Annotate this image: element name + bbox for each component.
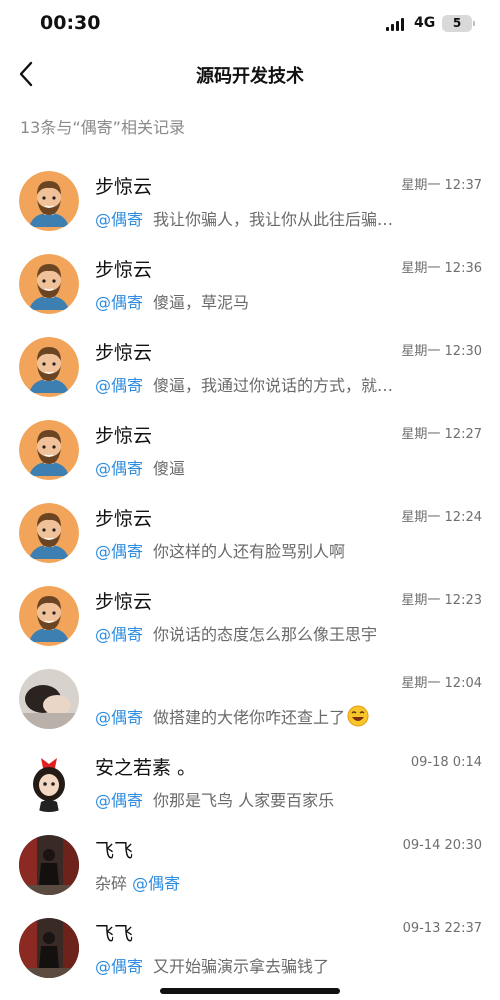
sender-name: 步惊云 — [95, 259, 153, 281]
message-preview: @偶寄 傻逼，我通过你说话的方式，就… — [95, 372, 480, 396]
page-title: 源码开发技术 — [196, 66, 304, 87]
dark-photo-avatar[interactable] — [19, 918, 79, 978]
mention-link[interactable]: @偶寄 — [95, 791, 143, 810]
result-row[interactable]: 星期一 12:04 @偶寄 做搭建的大佬你咋还查上了 — [0, 656, 500, 739]
man-beard-avatar[interactable] — [19, 171, 79, 231]
message-preview: @偶寄 做搭建的大佬你咋还查上了 — [95, 704, 480, 728]
mention-link[interactable]: @偶寄 — [95, 459, 143, 478]
sender-name: 飞飞 — [95, 840, 134, 862]
mention-link[interactable]: @偶寄 — [132, 874, 180, 893]
message-time: 09-14 20:30 — [402, 838, 482, 853]
message-preview: @偶寄 你那是飞鸟 人家要百家乐 — [95, 787, 480, 811]
mention-link[interactable]: @偶寄 — [95, 542, 143, 561]
man-beard-avatar[interactable] — [19, 254, 79, 314]
status-bar: 00:30 4G 5 — [0, 0, 500, 48]
message-preview: @偶寄 傻逼 — [95, 455, 480, 479]
message-time: 星期一 12:24 — [401, 510, 482, 525]
mention-link[interactable]: @偶寄 — [95, 376, 143, 395]
nav-bar: 源码开发技术 — [0, 52, 500, 96]
network-type: 4G — [414, 15, 436, 31]
home-indicator[interactable] — [160, 988, 340, 994]
message-preview: @偶寄 我让你骗人，我让你从此往后骗… — [95, 206, 480, 230]
sender-name: 步惊云 — [95, 342, 153, 364]
result-row[interactable]: 步惊云 星期一 12:37 @偶寄 我让你骗人，我让你从此往后骗… — [0, 158, 500, 241]
message-text: 又开始骗演示拿去骗钱了 — [153, 957, 330, 976]
mention-link[interactable]: @偶寄 — [95, 210, 143, 229]
signal-icon — [386, 17, 408, 31]
man-beard-avatar[interactable] — [19, 420, 79, 480]
message-time: 星期一 12:30 — [401, 344, 482, 359]
sender-name: 飞飞 — [95, 923, 134, 945]
mention-link[interactable]: @偶寄 — [95, 293, 143, 312]
message-time: 星期一 12:23 — [401, 593, 482, 608]
message-time: 09-13 22:37 — [402, 921, 482, 936]
message-text: 傻逼 — [153, 459, 186, 478]
dark-photo-avatar[interactable] — [19, 835, 79, 895]
message-time: 星期一 12:27 — [401, 427, 482, 442]
message-preview: @偶寄 傻逼，草泥马 — [95, 289, 480, 313]
sender-name: 步惊云 — [95, 425, 153, 447]
result-row[interactable]: 飞飞 09-13 22:37 @偶寄 又开始骗演示拿去骗钱了 — [0, 905, 500, 988]
message-time: 星期一 12:37 — [401, 178, 482, 193]
sender-name: 安之若素 。 — [95, 757, 197, 779]
result-count: 13条与“偶寄”相关记录 — [20, 118, 185, 137]
result-row[interactable]: 步惊云 星期一 12:36 @偶寄 傻逼，草泥马 — [0, 241, 500, 324]
message-text: 你这样的人还有脸骂别人啊 — [153, 542, 346, 561]
message-text: 做搭建的大佬你咋还查上了 — [153, 708, 346, 727]
message-time: 09-18 0:14 — [410, 755, 482, 770]
result-row[interactable]: 步惊云 星期一 12:30 @偶寄 傻逼，我通过你说话的方式，就… — [0, 324, 500, 407]
message-time: 星期一 12:04 — [401, 676, 482, 691]
result-row[interactable]: 步惊云 星期一 12:23 @偶寄 你说话的态度怎么那么像王思宇 — [0, 573, 500, 656]
message-prefix: 杂碎 — [95, 874, 133, 893]
message-text: 你说话的态度怎么那么像王思宇 — [153, 625, 378, 644]
message-preview: @偶寄 又开始骗演示拿去骗钱了 — [95, 953, 480, 977]
sender-name: 步惊云 — [95, 508, 153, 530]
man-beard-avatar[interactable] — [19, 503, 79, 563]
message-text: 傻逼，草泥马 — [153, 293, 250, 312]
man-beard-avatar[interactable] — [19, 337, 79, 397]
message-time: 星期一 12:36 — [401, 261, 482, 276]
message-preview: 杂碎 @偶寄 — [95, 870, 480, 894]
status-time: 00:30 — [40, 12, 101, 34]
result-row[interactable]: 步惊云 星期一 12:24 @偶寄 你这样的人还有脸骂别人啊 — [0, 490, 500, 573]
cartoon-girl-avatar[interactable] — [19, 752, 79, 812]
mention-link[interactable]: @偶寄 — [95, 708, 143, 727]
result-row[interactable]: 安之若素 。 09-18 0:14 @偶寄 你那是飞鸟 人家要百家乐 — [0, 739, 500, 822]
laughing-emoji — [347, 705, 369, 727]
photo-avatar[interactable] — [19, 669, 79, 729]
mention-link[interactable]: @偶寄 — [95, 625, 143, 644]
sender-name: 步惊云 — [95, 176, 153, 198]
message-text: 傻逼，我通过你说话的方式，就… — [153, 376, 394, 395]
message-text: 我让你骗人，我让你从此往后骗… — [153, 210, 394, 229]
result-row[interactable]: 步惊云 星期一 12:27 @偶寄 傻逼 — [0, 407, 500, 490]
message-preview: @偶寄 你这样的人还有脸骂别人啊 — [95, 538, 480, 562]
man-beard-avatar[interactable] — [19, 586, 79, 646]
battery-icon: 5 — [442, 15, 475, 32]
result-row[interactable]: 飞飞 09-14 20:30 杂碎 @偶寄 — [0, 822, 500, 905]
sender-name: 步惊云 — [95, 591, 153, 613]
message-preview: @偶寄 你说话的态度怎么那么像王思宇 — [95, 621, 480, 645]
message-text: 你那是飞鸟 人家要百家乐 — [153, 791, 335, 810]
mention-link[interactable]: @偶寄 — [95, 957, 143, 976]
